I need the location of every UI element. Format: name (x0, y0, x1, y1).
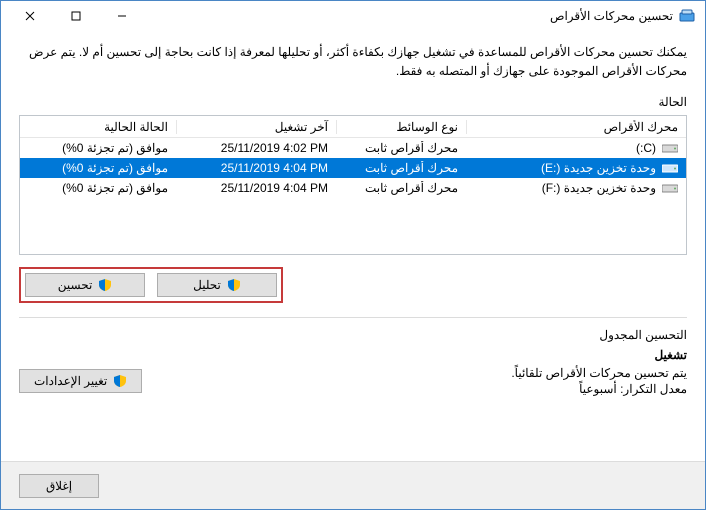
cell-drive-name: وحدة تخزين جديدة (:F) (542, 181, 656, 195)
drive-icon (662, 162, 678, 174)
close-button-label: إغلاق (46, 479, 72, 493)
cell-drive: وحدة تخزين جديدة (:F) (466, 181, 686, 195)
drive-icon (662, 142, 678, 154)
shield-icon (98, 278, 112, 292)
cell-drive-name: وحدة تخزين جديدة (:E) (541, 161, 656, 175)
cell-media: محرك أقراص ثابت (336, 161, 466, 175)
change-settings-label: تغيير الإعدادات (34, 374, 107, 388)
close-window-button[interactable] (7, 1, 53, 31)
footer: إغلاق (1, 461, 705, 509)
cell-lastrun: 25/11/2019 4:04 PM (176, 181, 336, 195)
cell-lastrun: 25/11/2019 4:02 PM (176, 141, 336, 155)
change-settings-button[interactable]: تغيير الإعدادات (19, 369, 142, 393)
shield-icon (113, 374, 127, 388)
maximize-window-button[interactable] (53, 1, 99, 31)
shield-icon (227, 278, 241, 292)
schedule-on-label: تشغيل (19, 348, 687, 362)
col-header-status[interactable]: الحالة الحالية (20, 120, 176, 134)
cell-media: محرك أقراص ثابت (336, 141, 466, 155)
col-header-drive[interactable]: محرك الأقراص (466, 120, 686, 134)
optimize-button-label: تحسين (58, 278, 93, 292)
schedule-frequency: أسبوعياً (579, 382, 617, 396)
cell-lastrun: 25/11/2019 4:04 PM (176, 161, 336, 175)
state-label: الحالة (19, 95, 687, 109)
analyze-button[interactable]: تحليل (157, 273, 277, 297)
divider (19, 317, 687, 318)
action-buttons-highlight: تحليل تحسين (19, 267, 283, 303)
table-row[interactable]: (C:) محرك أقراص ثابت25/11/2019 4:02 PMموا… (20, 138, 686, 158)
optimize-button[interactable]: تحسين (25, 273, 145, 297)
cell-status: موافق (تم تجزئة 0%) (20, 161, 176, 175)
intro-text: يمكنك تحسين محركات الأقراص للمساعدة في ت… (19, 43, 687, 81)
minimize-window-button[interactable] (99, 1, 145, 31)
table-row[interactable]: وحدة تخزين جديدة (:F) محرك أقراص ثابت25/1… (20, 178, 686, 198)
window-title: تحسين محركات الأقراص (550, 9, 673, 23)
cell-status: موافق (تم تجزئة 0%) (20, 141, 176, 155)
cell-media: محرك أقراص ثابت (336, 181, 466, 195)
col-header-media[interactable]: نوع الوسائط (336, 120, 466, 134)
schedule-line2-prefix: معدل التكرار: (617, 382, 687, 396)
cell-drive: (C:) (466, 141, 686, 155)
drive-list-header[interactable]: محرك الأقراص نوع الوسائط آخر تشغيل الحال… (20, 116, 686, 138)
analyze-button-label: تحليل (193, 278, 221, 292)
cell-drive-name: (C:) (636, 141, 656, 155)
close-button[interactable]: إغلاق (19, 474, 99, 498)
app-icon (679, 8, 695, 24)
scheduled-heading: التحسين المجدول (19, 328, 687, 342)
drive-icon (662, 182, 678, 194)
col-header-lastrun[interactable]: آخر تشغيل (176, 120, 336, 134)
titlebar: تحسين محركات الأقراص (1, 1, 705, 31)
cell-drive: وحدة تخزين جديدة (:E) (466, 161, 686, 175)
cell-status: موافق (تم تجزئة 0%) (20, 181, 176, 195)
table-row[interactable]: وحدة تخزين جديدة (:E) محرك أقراص ثابت25/1… (20, 158, 686, 178)
drive-list: محرك الأقراص نوع الوسائط آخر تشغيل الحال… (19, 115, 687, 255)
window-controls (7, 1, 145, 31)
